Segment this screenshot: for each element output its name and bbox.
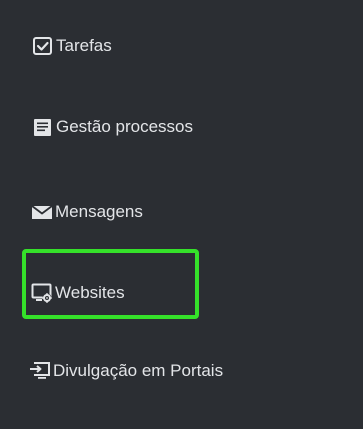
envelope-icon — [31, 201, 53, 223]
sidebar-item-mensagens[interactable]: Mensagens — [31, 194, 143, 230]
document-icon — [32, 116, 54, 138]
sidebar: Tarefas Gestão processos Mensagens Websi… — [0, 0, 363, 429]
sidebar-item-label: Mensagens — [55, 202, 143, 221]
sidebar-item-gestao-processos[interactable]: Gestão processos — [32, 109, 193, 145]
sidebar-item-tarefas[interactable]: Tarefas — [32, 28, 112, 64]
checkbox-icon — [32, 35, 54, 57]
sidebar-item-label: Tarefas — [56, 36, 112, 55]
monitor-import-icon — [29, 360, 51, 382]
sidebar-item-label: Divulgação em Portais — [53, 361, 224, 380]
websites-highlight-box — [22, 249, 199, 319]
sidebar-item-label: Gestão processos — [56, 117, 194, 136]
sidebar-item-divulgacao-em-portais[interactable]: Divulgação em Portais — [29, 353, 223, 389]
